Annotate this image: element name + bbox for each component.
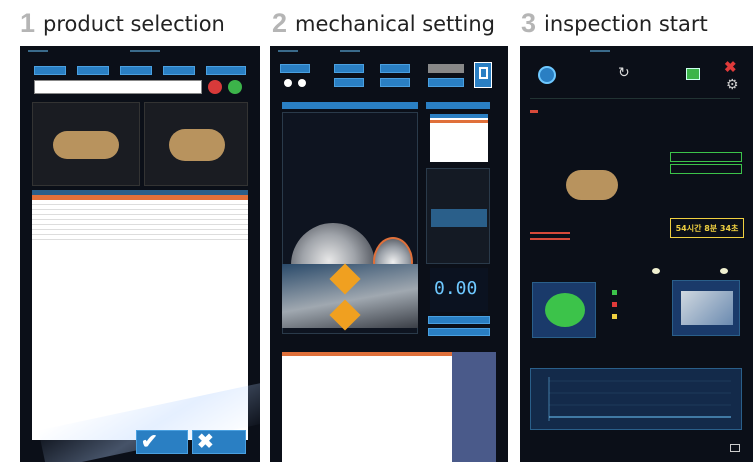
down-arrow-icon[interactable]: [329, 299, 361, 331]
apply-button[interactable]: [428, 316, 490, 324]
product-selection-screen: ✔ ✖: [20, 46, 260, 462]
screen-icon[interactable]: [730, 444, 740, 452]
toolbar-button[interactable]: [120, 66, 152, 75]
tablet-image: [53, 131, 119, 159]
elapsed-time-box: 54시간 8분 34초: [670, 218, 744, 238]
elapsed-time: 54시간 8분 34초: [675, 223, 739, 233]
control-button[interactable]: [380, 64, 410, 73]
legend-ng-icon: [612, 302, 617, 307]
toolbar-button[interactable]: [77, 66, 109, 75]
control-button[interactable]: [280, 64, 310, 73]
legend-other-icon: [612, 314, 617, 319]
pie-chart: [545, 293, 585, 327]
control-button[interactable]: [380, 78, 410, 87]
step-2-heading: 2 mechanical setting: [272, 8, 495, 39]
stop-icon[interactable]: [298, 79, 306, 87]
refresh-icon[interactable]: ↻: [618, 64, 630, 81]
section-header: [426, 102, 490, 109]
step-title: mechanical setting: [295, 11, 496, 36]
exit-button[interactable]: [474, 62, 492, 88]
tablet-image: [566, 170, 618, 200]
exit-icon: [479, 67, 488, 79]
indicator-icon: [652, 268, 660, 274]
gear-icon[interactable]: ⚙: [726, 76, 739, 93]
tablet-image: [169, 129, 225, 161]
step-number: 2: [272, 8, 288, 38]
step-1-heading: 1 product selection: [20, 8, 225, 39]
status-bar: [340, 50, 360, 52]
status-bar: [590, 50, 610, 52]
control-button[interactable]: [334, 78, 364, 87]
list-header: [430, 114, 488, 118]
status-bar: [130, 50, 160, 52]
status-bar: [28, 50, 48, 52]
step-number: 3: [521, 8, 537, 38]
mechanical-setting-screen: 0.00: [270, 46, 508, 462]
ok-rate-row: [670, 164, 742, 174]
control-button[interactable]: [334, 64, 364, 73]
defect-map-panel: [672, 280, 740, 336]
step-number: 1: [20, 8, 36, 38]
refresh-icon[interactable]: [228, 80, 242, 94]
start-icon[interactable]: [538, 66, 556, 84]
parameter-highlight[interactable]: [431, 209, 487, 227]
divider: [530, 98, 740, 99]
search-input[interactable]: [34, 80, 202, 94]
section-header: [282, 102, 418, 109]
reset-icon[interactable]: [208, 80, 222, 94]
step-title: product selection: [43, 11, 225, 36]
list-item-selected[interactable]: [430, 120, 488, 123]
save-button[interactable]: [428, 328, 490, 336]
toolbar-button[interactable]: [206, 66, 246, 75]
trend-chart-grid: [548, 377, 731, 421]
pie-chart-panel: [532, 282, 596, 338]
product-image-side: [144, 102, 248, 186]
die-view: [282, 263, 418, 331]
control-button[interactable]: [428, 78, 464, 87]
parameter-panel: [426, 168, 490, 264]
log-area: [282, 356, 452, 462]
legend-ok-icon: [612, 290, 617, 295]
status-bar: [278, 50, 298, 52]
inspection-start-screen: ↻ ✖ ⚙ 54시간 8분 34초: [520, 46, 753, 462]
step-title: inspection start: [544, 11, 708, 36]
settings-list: [430, 114, 488, 162]
warning-text: [530, 232, 570, 234]
camera-icon[interactable]: [686, 68, 700, 80]
status-indicator: [530, 110, 538, 113]
play-icon[interactable]: [284, 79, 292, 87]
product-image-top: [32, 102, 140, 186]
confirm-button[interactable]: ✔: [136, 430, 188, 454]
stats-table: [670, 134, 742, 218]
toolbar-button[interactable]: [34, 66, 66, 75]
ok-count-row: [670, 152, 742, 162]
control-button[interactable]: [428, 64, 464, 73]
indicator-icon: [720, 268, 728, 274]
position-readout: 0.00: [430, 268, 488, 312]
up-arrow-icon[interactable]: [329, 263, 361, 295]
cancel-button[interactable]: ✖: [192, 430, 246, 454]
trend-chart: [530, 368, 742, 430]
x-icon: ✖: [197, 431, 214, 453]
defect-map-image: [681, 291, 733, 325]
step-3-heading: 3 inspection start: [521, 8, 708, 39]
readout-value: 0.00: [434, 278, 478, 299]
log-sidebar: [452, 352, 496, 462]
table-row[interactable]: [32, 235, 248, 240]
check-icon: ✔: [141, 431, 158, 453]
toolbar-button[interactable]: [163, 66, 195, 75]
close-icon[interactable]: ✖: [724, 58, 737, 76]
warning-text: [530, 238, 570, 240]
